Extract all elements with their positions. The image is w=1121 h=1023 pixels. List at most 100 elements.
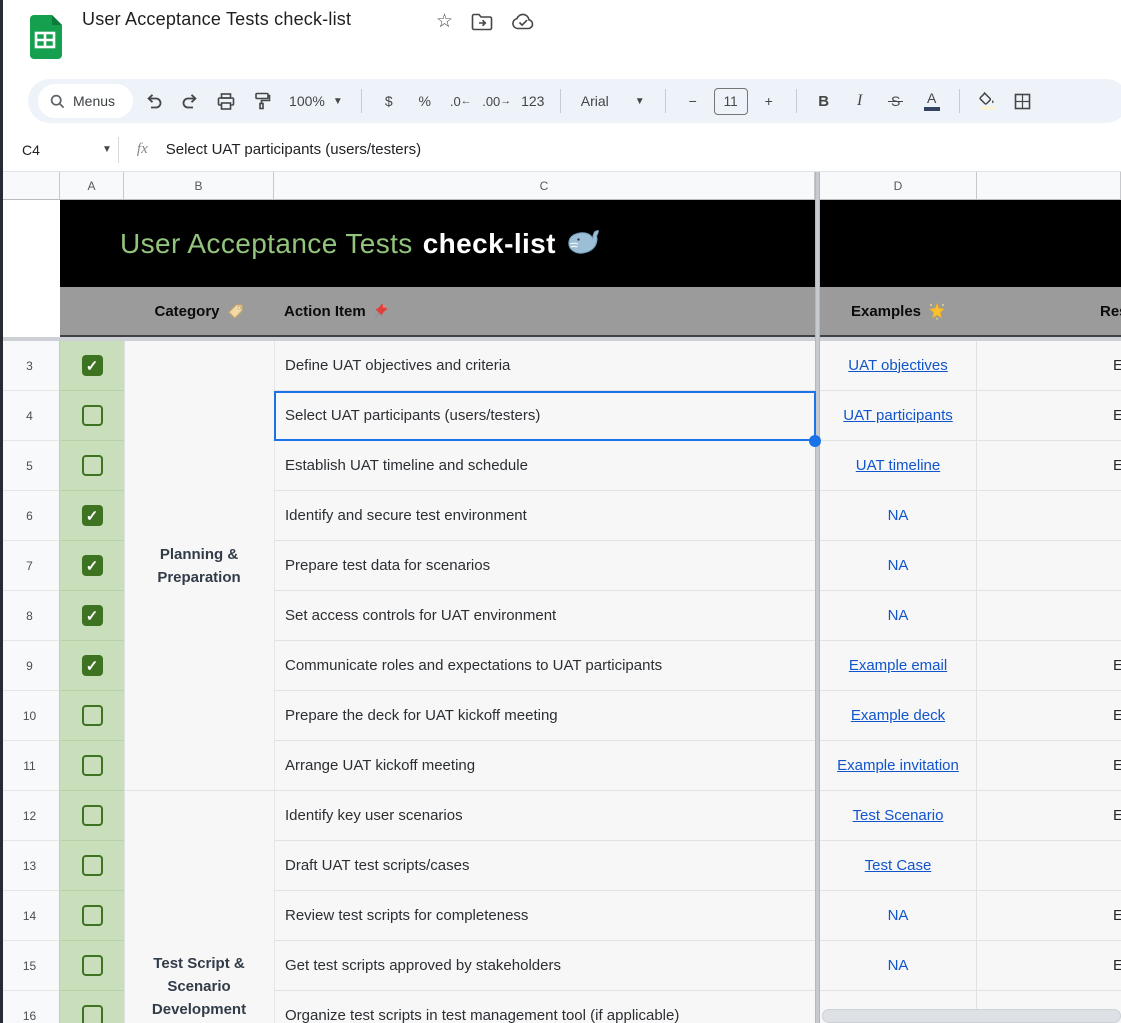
- example-link[interactable]: Example email: [849, 657, 947, 674]
- example-cell-8[interactable]: NA: [820, 591, 977, 641]
- action-item-cell-14[interactable]: Review test scripts for completeness: [274, 891, 815, 941]
- row-header-9[interactable]: 9: [0, 641, 60, 691]
- extra-cell-5[interactable]: [977, 441, 1121, 491]
- checkbox-checked[interactable]: ✓: [82, 555, 103, 576]
- checkbox-cell-7[interactable]: ✓: [60, 541, 124, 591]
- example-cell-11[interactable]: Example invitation: [820, 741, 977, 791]
- header-action-item-cell[interactable]: Action Item: [274, 287, 814, 335]
- column-header-C[interactable]: C: [274, 172, 815, 200]
- action-item-cell-9[interactable]: Communicate roles and expectations to UA…: [274, 641, 815, 691]
- row-header-7[interactable]: 7: [0, 541, 60, 591]
- column-header-B[interactable]: B: [124, 172, 274, 200]
- extra-cell-9[interactable]: [977, 641, 1121, 691]
- checkbox-cell-4[interactable]: [60, 391, 124, 441]
- row-header-14[interactable]: 14: [0, 891, 60, 941]
- row-header-13[interactable]: 13: [0, 841, 60, 891]
- menus-search-button[interactable]: Menus: [38, 84, 133, 118]
- checkbox-cell-15[interactable]: [60, 941, 124, 991]
- name-box[interactable]: C4: [0, 142, 100, 158]
- extra-cell-6[interactable]: [977, 491, 1121, 541]
- formula-input[interactable]: Select UAT participants (users/testers): [166, 141, 421, 158]
- format-percent-button[interactable]: %: [410, 86, 440, 116]
- font-size-input[interactable]: 11: [714, 88, 748, 115]
- extra-cell-3[interactable]: [977, 341, 1121, 391]
- extra-cell-15[interactable]: [977, 941, 1121, 991]
- header-examples-cell[interactable]: Examples: [820, 287, 977, 335]
- checkbox-cell-13[interactable]: [60, 841, 124, 891]
- extra-cell-12[interactable]: [977, 791, 1121, 841]
- document-title[interactable]: User Acceptance Tests check-list: [82, 9, 351, 30]
- bold-button[interactable]: B: [809, 86, 839, 116]
- checkbox-cell-16[interactable]: [60, 991, 124, 1023]
- horizontal-scrollbar-thumb[interactable]: [822, 1009, 1121, 1023]
- checkbox-cell-12[interactable]: [60, 791, 124, 841]
- cloud-check-icon[interactable]: [511, 13, 536, 31]
- action-item-cell-15[interactable]: Get test scripts approved by stakeholder…: [274, 941, 815, 991]
- checkbox-cell-9[interactable]: ✓: [60, 641, 124, 691]
- checkbox-cell-14[interactable]: [60, 891, 124, 941]
- fill-handle[interactable]: [809, 435, 821, 447]
- action-item-cell-6[interactable]: Identify and secure test environment: [274, 491, 815, 541]
- row-header-4[interactable]: 4: [0, 391, 60, 441]
- increase-decimal-button[interactable]: .00→: [482, 86, 512, 116]
- example-link[interactable]: UAT timeline: [856, 457, 940, 474]
- example-link[interactable]: Test Case: [865, 857, 932, 874]
- decrease-decimal-button[interactable]: .0←: [446, 86, 476, 116]
- example-link[interactable]: Test Scenario: [853, 807, 944, 824]
- checkbox-unchecked[interactable]: [82, 805, 103, 826]
- action-item-cell-13[interactable]: Draft UAT test scripts/cases: [274, 841, 815, 891]
- checkbox-cell-6[interactable]: ✓: [60, 491, 124, 541]
- row-header-12[interactable]: 12: [0, 791, 60, 841]
- example-link[interactable]: UAT participants: [843, 407, 953, 424]
- checkbox-unchecked[interactable]: [82, 855, 103, 876]
- checkbox-cell-3[interactable]: ✓: [60, 341, 124, 391]
- extra-cell-4[interactable]: [977, 391, 1121, 441]
- zoom-control[interactable]: 100%▼: [283, 93, 349, 109]
- row-header-3[interactable]: 3: [0, 341, 60, 391]
- example-link[interactable]: Example deck: [851, 707, 945, 724]
- frozen-rows-divider[interactable]: [0, 337, 1121, 341]
- row-header-10[interactable]: 10: [0, 691, 60, 741]
- header-category-cell[interactable]: Category: [124, 287, 274, 335]
- checkbox-unchecked[interactable]: [82, 705, 103, 726]
- increase-font-size-button[interactable]: +: [754, 86, 784, 116]
- undo-button[interactable]: [139, 86, 169, 116]
- checkbox-unchecked[interactable]: [82, 405, 103, 426]
- format-currency-button[interactable]: $: [374, 86, 404, 116]
- example-cell-3[interactable]: UAT objectives: [820, 341, 977, 391]
- banner-cell[interactable]: User Acceptance Tests check-list: [60, 200, 1121, 287]
- borders-button[interactable]: [1008, 86, 1038, 116]
- action-item-cell-8[interactable]: Set access controls for UAT environment: [274, 591, 815, 641]
- action-item-cell-12[interactable]: Identify key user scenarios: [274, 791, 815, 841]
- checkbox-cell-5[interactable]: [60, 441, 124, 491]
- example-link[interactable]: Example invitation: [837, 757, 959, 774]
- example-cell-7[interactable]: NA: [820, 541, 977, 591]
- extra-cell-11[interactable]: [977, 741, 1121, 791]
- strikethrough-button[interactable]: S: [881, 86, 911, 116]
- text-color-button[interactable]: A: [917, 86, 947, 116]
- example-link[interactable]: UAT objectives: [848, 357, 948, 374]
- checkbox-unchecked[interactable]: [82, 1005, 103, 1023]
- checkbox-unchecked[interactable]: [82, 455, 103, 476]
- print-button[interactable]: [211, 86, 241, 116]
- example-cell-4[interactable]: UAT participants: [820, 391, 977, 441]
- extra-cell-14[interactable]: [977, 891, 1121, 941]
- example-cell-15[interactable]: NA: [820, 941, 977, 991]
- checkbox-unchecked[interactable]: [82, 955, 103, 976]
- example-cell-9[interactable]: Example email: [820, 641, 977, 691]
- checkbox-cell-10[interactable]: [60, 691, 124, 741]
- checkbox-cell-11[interactable]: [60, 741, 124, 791]
- number-format-button[interactable]: 123: [518, 86, 548, 116]
- action-item-cell-5[interactable]: Establish UAT timeline and schedule: [274, 441, 815, 491]
- redo-button[interactable]: [175, 86, 205, 116]
- header-clipped-cell[interactable]: Res: [1100, 287, 1121, 335]
- example-cell-13[interactable]: Test Case: [820, 841, 977, 891]
- action-item-cell-7[interactable]: Prepare test data for scenarios: [274, 541, 815, 591]
- action-item-cell-10[interactable]: Prepare the deck for UAT kickoff meeting: [274, 691, 815, 741]
- example-cell-12[interactable]: Test Scenario: [820, 791, 977, 841]
- extra-cell-8[interactable]: [977, 591, 1121, 641]
- frozen-columns-divider[interactable]: [815, 172, 820, 1023]
- star-icon[interactable]: ☆: [436, 12, 453, 32]
- checkbox-unchecked[interactable]: [82, 755, 103, 776]
- paint-format-button[interactable]: [247, 86, 277, 116]
